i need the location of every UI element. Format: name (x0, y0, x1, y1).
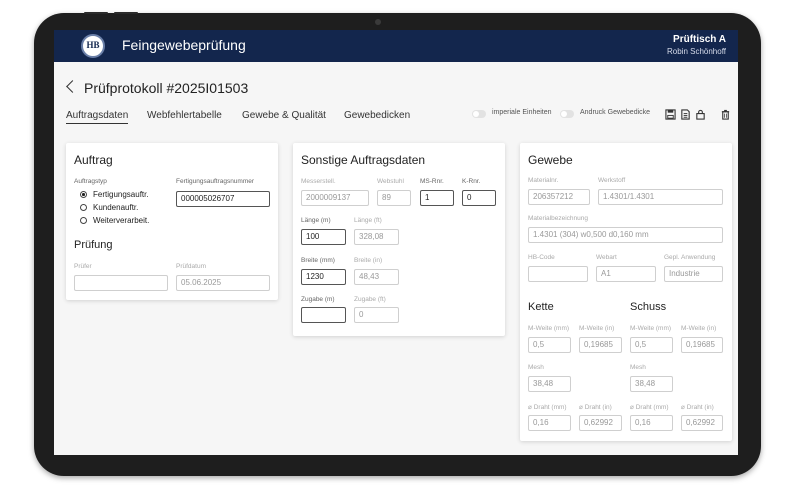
zugabe-m-label: Zugabe (m) (301, 296, 335, 303)
screen: HB Feingewebeprüfung Prüftisch A Robin S… (54, 30, 738, 455)
webstuhl-input[interactable]: 89 (377, 190, 411, 206)
materialnr-input[interactable]: 206357212 (528, 189, 590, 205)
kette-mw-mm-input[interactable]: 0,5 (528, 337, 571, 353)
kette-draht-in-label: ⌀ Draht (in) (579, 404, 612, 411)
kette-mesh-input[interactable]: 38,48 (528, 376, 571, 392)
laenge-ft-input[interactable]: 328,08 (354, 229, 399, 245)
app-title: Feingewebeprüfung (122, 37, 246, 53)
schuss-mesh-label: Mesh (630, 364, 646, 371)
kette-draht-mm-input[interactable]: 0,16 (528, 415, 571, 431)
anwendung-input[interactable]: Industrie (664, 266, 723, 282)
kette-mw-in-input[interactable]: 0,19685 (579, 337, 622, 353)
toggle-imperial[interactable] (472, 110, 486, 118)
breite-mm-label: Breite (mm) (301, 257, 335, 264)
tab-auftragsdaten[interactable]: Auftragsdaten (66, 110, 129, 124)
trash-icon[interactable] (720, 109, 731, 120)
pruefung-title: Prüfung (74, 239, 113, 251)
laenge-m-label: Länge (m) (301, 217, 331, 224)
card-title-gewebe: Gewebe (528, 153, 573, 167)
tablet-side-button (114, 12, 138, 14)
materialbezeichnung-label: Materialbezeichnung (528, 215, 588, 222)
lock-icon[interactable] (695, 109, 706, 120)
messerstell-label: Messerstell. (301, 178, 336, 185)
schuss-mw-in-input[interactable]: 0,19685 (681, 337, 723, 353)
logo: HB (81, 34, 105, 58)
pruefer-label: Prüfer (74, 263, 92, 270)
schuss-mw-in-label: M-Weite (in) (681, 325, 717, 332)
kette-draht-in-input[interactable]: 0,62992 (579, 415, 622, 431)
radio-label: Fertigungsauftr. (93, 190, 149, 199)
radio-indicator[interactable] (80, 191, 87, 198)
card-title-sonstige: Sonstige Auftragsdaten (301, 153, 426, 167)
materialbezeichnung-input[interactable]: 1.4301 (304) w0,500 d0,160 mm (528, 227, 723, 243)
schuss-mw-mm-input[interactable]: 0,5 (630, 337, 673, 353)
card-auftrag: Auftrag Auftragstyp Fertigungsauftr. Kun… (66, 143, 278, 300)
tab-gewebe-qualitaet[interactable]: Gewebe & Qualität (242, 110, 326, 121)
kette-draht-mm-label: ⌀ Draht (mm) (528, 404, 567, 411)
app-header: HB Feingewebeprüfung Prüftisch A Robin S… (54, 30, 738, 62)
schuss-draht-mm-label: ⌀ Draht (mm) (630, 404, 669, 411)
tablet-side-button (84, 12, 108, 14)
card-gewebe: Gewebe Materialnr. 206357212 Werkstoff 1… (520, 143, 732, 441)
radio-indicator[interactable] (80, 217, 87, 224)
pruefdatum-input[interactable]: 05.06.2025 (176, 275, 270, 291)
page-title: Prüfprotokoll #2025I01503 (84, 80, 249, 96)
hb-code-input[interactable] (528, 266, 588, 282)
zugabe-ft-input[interactable]: 0 (354, 307, 399, 323)
werkstoff-input[interactable]: 1.4301/1.4301 (598, 189, 723, 205)
hb-code-label: HB-Code (528, 254, 555, 261)
pruefer-input[interactable] (74, 275, 168, 291)
radio-label: Weiterverarbeit. (93, 216, 150, 225)
kette-mesh-label: Mesh (528, 364, 544, 371)
k-rnr-label: K-Rnr. (462, 178, 481, 185)
laenge-ft-label: Länge (ft) (354, 217, 382, 224)
schuss-mw-mm-label: M-Weite (mm) (630, 325, 672, 332)
schuss-draht-in-input[interactable]: 0,62992 (681, 415, 723, 431)
radio-label: Kundenauftr. (93, 203, 139, 212)
station-name: Prüftisch A (673, 34, 726, 45)
schuss-title: Schuss (630, 301, 667, 313)
anwendung-label: Gepl. Anwendung (664, 254, 716, 261)
logo-text: HB (86, 40, 100, 50)
order-number-label: Fertigungsauftragsnummer (176, 178, 255, 185)
k-rnr-input[interactable]: 0 (462, 190, 496, 206)
pruefdatum-label: Prüfdatum (176, 263, 206, 270)
breite-in-input[interactable]: 48,43 (354, 269, 399, 285)
auftragstyp-label: Auftragstyp (74, 178, 107, 185)
webart-input[interactable]: A1 (596, 266, 656, 282)
breite-in-label: Breite (in) (354, 257, 383, 264)
breite-mm-input[interactable]: 1230 (301, 269, 346, 285)
radio-indicator[interactable] (80, 204, 87, 211)
schuss-draht-mm-input[interactable]: 0,16 (630, 415, 673, 431)
ms-rnr-label: MS-Rnr. (420, 178, 444, 185)
webstuhl-label: Webstuhl (377, 178, 404, 185)
kette-mw-in-label: M-Weite (in) (579, 325, 615, 332)
order-number-input[interactable]: 000005026707 (176, 191, 270, 207)
toggle-print-thickness-label: Andruck Gewebedicke (580, 109, 651, 116)
materialnr-label: Materialnr. (528, 177, 559, 184)
export-icon[interactable] (680, 109, 691, 120)
messerstell-input[interactable]: 2000009137 (301, 190, 369, 206)
back-icon[interactable] (66, 80, 79, 93)
werkstoff-label: Werkstoff (598, 177, 626, 184)
zugabe-m-input[interactable] (301, 307, 346, 323)
tab-gewebedicken[interactable]: Gewebedicken (344, 110, 410, 121)
camera (375, 19, 381, 25)
kette-title: Kette (528, 301, 554, 313)
toggle-print-thickness[interactable] (560, 110, 574, 118)
schuss-mesh-input[interactable]: 38,48 (630, 376, 673, 392)
webart-label: Webart (596, 254, 617, 261)
card-title-auftrag: Auftrag (74, 153, 113, 167)
schuss-draht-in-label: ⌀ Draht (in) (681, 404, 714, 411)
ms-rnr-input[interactable]: 1 (420, 190, 454, 206)
save-icon[interactable] (665, 109, 676, 120)
user-name[interactable]: Robin Schönhoff (667, 47, 726, 56)
toggle-imperial-label: imperiale Einheiten (492, 109, 552, 116)
tab-webfehlertabelle[interactable]: Webfehlertabelle (147, 110, 222, 121)
card-sonstige-auftragsdaten: Sonstige Auftragsdaten Messerstell. 2000… (293, 143, 505, 336)
kette-mw-mm-label: M-Weite (mm) (528, 325, 570, 332)
zugabe-ft-label: Zugabe (ft) (354, 296, 386, 303)
laenge-m-input[interactable]: 100 (301, 229, 346, 245)
